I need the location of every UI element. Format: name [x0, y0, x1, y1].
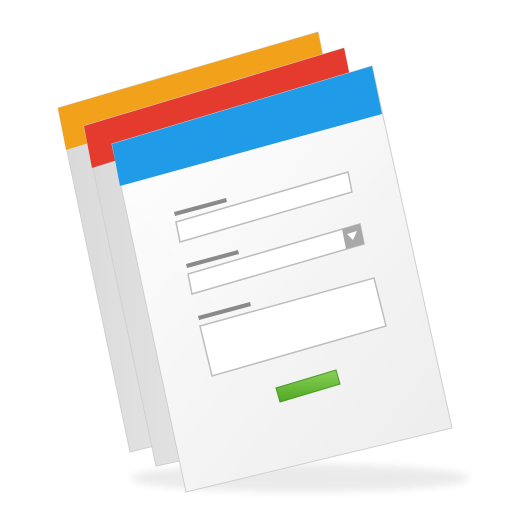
form-icon-illustration	[57, 31, 470, 493]
web-form-pages-icon	[0, 0, 512, 512]
